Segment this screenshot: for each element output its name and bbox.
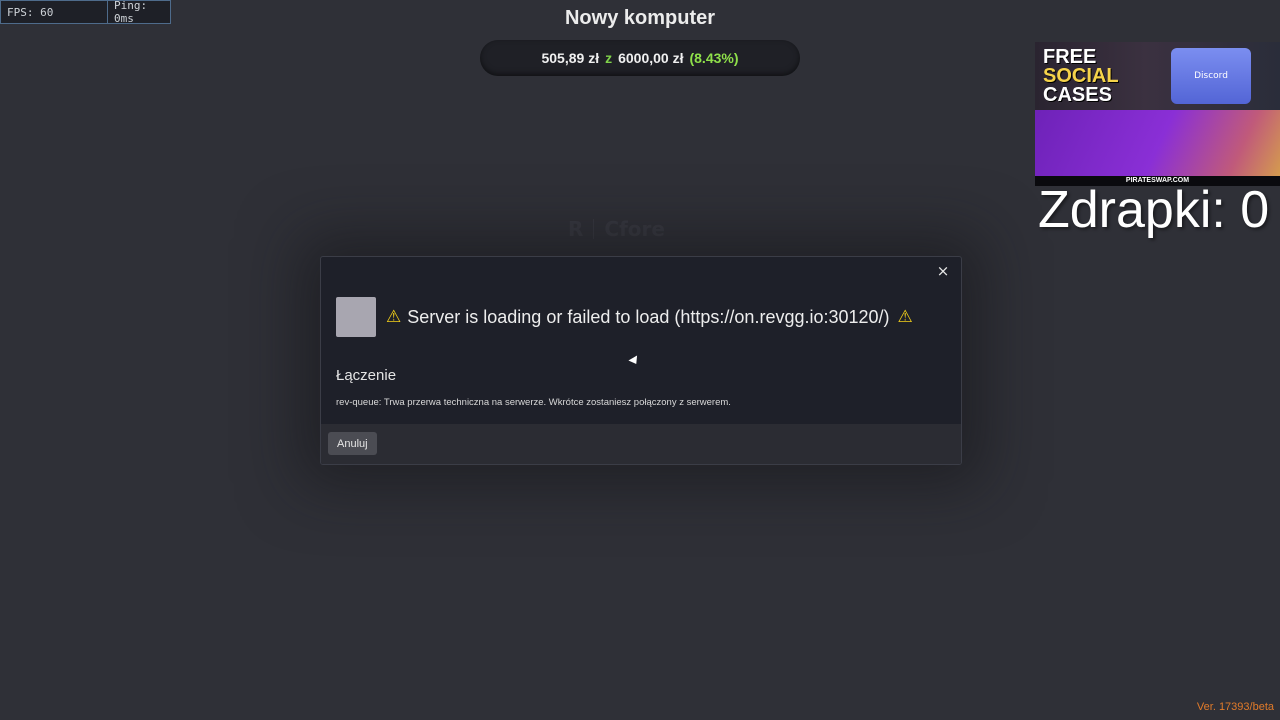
connection-status-label: Łączenie [336,367,397,384]
donation-goal-bar: 505,89 zł z 6000,00 zł (8.43%) [480,40,800,76]
connection-dialog: × ⚠ Server is loading or failed to load … [320,256,962,465]
sponsor-title-line1: FREE [1043,45,1097,68]
close-icon[interactable]: × [935,263,951,279]
sponsor-banner[interactable]: FREE SOCIAL CASES Discord PIRATESWAP.COM [1035,42,1280,186]
warning-icon: ⚠ [386,307,402,327]
background-logo-left: R [568,217,584,241]
case-image: Discord [1171,48,1251,104]
warning-icon: ⚠ [897,307,913,327]
version-label: Ver. 17393/beta [1196,701,1274,713]
sponsor-title-line2: SOCIAL [1043,64,1119,87]
sponsor-title-line3: CASES [1043,83,1112,106]
scratch-card-counter: Zdrapki: 0 [1038,181,1270,239]
donation-goal-title: Nowy komputer [564,7,716,29]
sponsor-banner-title: FREE SOCIAL CASES [1035,45,1163,106]
case-label: Discord [1194,71,1228,81]
game-screen: R Cfore FPS: 60 Ping: 0ms Nowy komputer … [0,0,1280,720]
goal-separator: z [605,50,613,66]
cancel-button[interactable]: Anuluj [328,432,377,455]
server-icon [336,297,376,337]
goal-target: 6000,00 zł [618,50,684,66]
background-logo-right: Cfore [604,217,665,241]
background-logos: R Cfore [568,214,718,244]
dialog-header: ⚠ Server is loading or failed to load (h… [336,297,913,337]
dialog-title: Server is loading or failed to load (htt… [407,306,890,327]
dialog-footer: Anuluj [321,424,961,464]
sponsor-banner-art: PIRATESWAP.COM [1035,110,1280,186]
connection-status-message: rev-queue: Trwa przerwa techniczna na se… [336,397,731,408]
sponsor-banner-top: FREE SOCIAL CASES Discord [1035,42,1280,110]
logo-divider [593,219,595,239]
goal-current: 505,89 zł [541,50,600,66]
goal-percent: (8.43%) [689,50,739,66]
